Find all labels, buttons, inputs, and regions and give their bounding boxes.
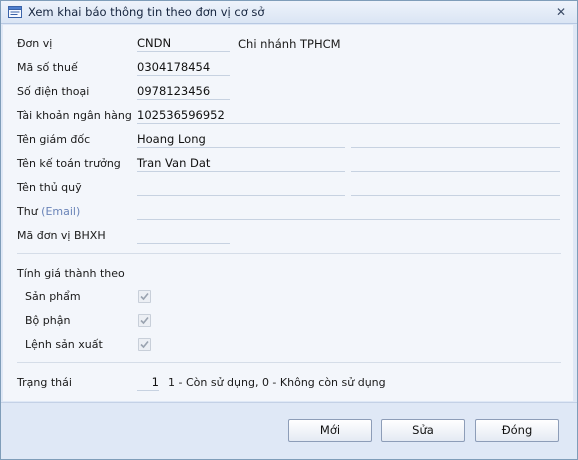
director-extra-field[interactable] (351, 132, 560, 148)
cashier-extra-field[interactable] (351, 180, 560, 196)
chief-accountant-extra-field[interactable] (351, 156, 560, 172)
costing-heading: Tính giá thành theo (17, 267, 125, 280)
unit-name: Chi nhánh TPHCM (238, 37, 341, 51)
director-label: Tên giám đốc (17, 133, 91, 146)
dialog-window: Xem khai báo thông tin theo đơn vị cơ sở… (0, 0, 578, 460)
email-field[interactable] (137, 204, 560, 220)
edit-button[interactable]: Sửa (381, 419, 465, 442)
form-icon (8, 6, 22, 18)
phone-field[interactable]: 0978123456 (137, 84, 230, 100)
tax-code-label: Mã số thuế (17, 61, 78, 74)
close-icon[interactable]: ✕ (552, 4, 570, 20)
title-bar[interactable]: Xem khai báo thông tin theo đơn vị cơ sở… (1, 1, 577, 24)
bank-account-label: Tài khoản ngân hàng (17, 109, 132, 122)
window-title: Xem khai báo thông tin theo đơn vị cơ sở (28, 5, 265, 19)
costing-order-checkbox[interactable] (138, 338, 151, 351)
close-button[interactable]: Đóng (475, 419, 559, 442)
checkmark-icon (140, 292, 149, 301)
tax-code-field[interactable]: 0304178454 (137, 60, 230, 76)
bank-account-field[interactable]: 102536596952 (137, 108, 560, 124)
chief-accountant-field[interactable]: Tran Van Dat (137, 156, 345, 172)
button-bar: Mới Sửa Đóng (1, 402, 577, 459)
status-field[interactable]: 1 (137, 375, 159, 391)
costing-department-label: Bộ phận (25, 314, 71, 327)
close-button-label: Đóng (501, 423, 533, 437)
form-panel: Đơn vị CNDN Chi nhánh TPHCM Mã số thuế 0… (3, 25, 573, 401)
edit-button-label: Sửa (412, 423, 434, 437)
bhxh-field[interactable] (137, 228, 230, 244)
status-label: Trạng thái (17, 376, 72, 389)
costing-order-label: Lệnh sản xuất (25, 338, 103, 351)
phone-label: Số điện thoại (17, 85, 90, 98)
checkmark-icon (140, 340, 149, 349)
new-button-label: Mới (319, 423, 341, 437)
cashier-label: Tên thủ quỹ (17, 181, 82, 194)
costing-product-checkbox[interactable] (138, 290, 151, 303)
divider (17, 362, 561, 363)
unit-code-field[interactable]: CNDN (137, 36, 230, 52)
email-label: Thư (Email) (17, 205, 81, 218)
chief-accountant-label: Tên kế toán trưởng (17, 157, 121, 170)
new-button[interactable]: Mới (288, 419, 372, 442)
email-hint: (Email) (41, 205, 81, 218)
costing-product-label: Sản phẩm (25, 290, 81, 303)
director-field[interactable]: Hoang Long (137, 132, 345, 148)
checkmark-icon (140, 316, 149, 325)
status-hint: 1 - Còn sử dụng, 0 - Không còn sử dụng (168, 376, 386, 389)
unit-label: Đơn vị (17, 37, 53, 50)
costing-department-checkbox[interactable] (138, 314, 151, 327)
bhxh-label: Mã đơn vị BHXH (17, 229, 106, 242)
divider (17, 253, 561, 254)
cashier-field[interactable] (137, 180, 345, 196)
